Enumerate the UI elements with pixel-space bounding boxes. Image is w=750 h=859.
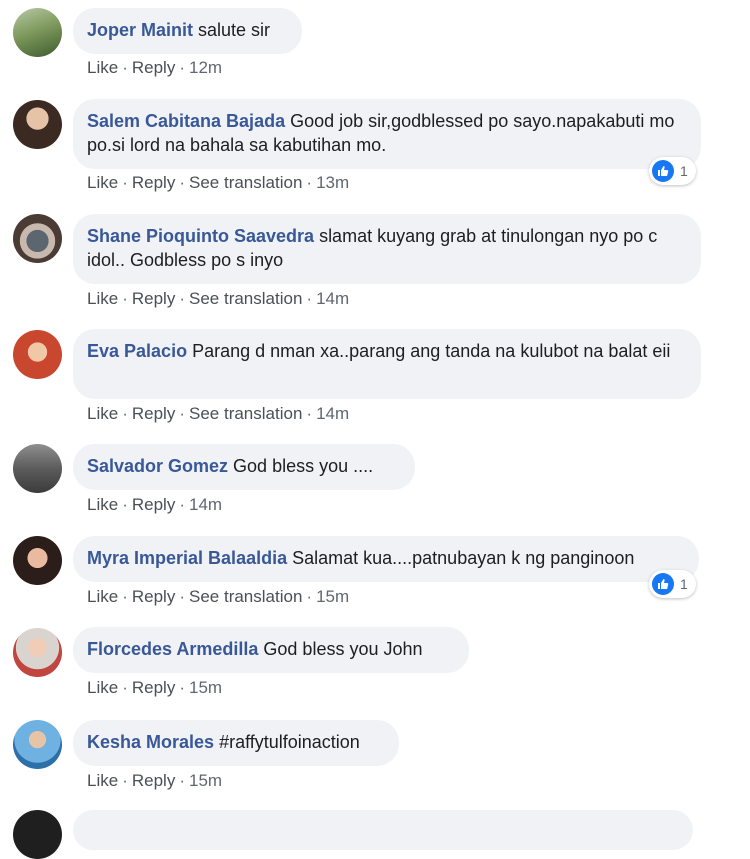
see-translation-link[interactable]: See translation — [189, 289, 302, 308]
separator-dot: · — [179, 58, 185, 77]
avatar[interactable] — [13, 100, 62, 149]
comment-bubble: Kesha Morales #raffytulfoinaction — [73, 720, 399, 766]
comment-author[interactable]: Kesha Morales — [87, 732, 214, 752]
separator-dot: · — [122, 404, 128, 423]
like-button[interactable]: Like — [87, 404, 118, 423]
comment-bubble: Salem Cabitana Bajada Good job sir,godble… — [73, 99, 701, 169]
comment-actions: Like · Reply · See translation · 14m — [87, 404, 349, 424]
comment-text: God bless you .... — [233, 456, 374, 476]
separator-dot: · — [122, 587, 128, 606]
reply-button[interactable]: Reply — [132, 58, 175, 77]
comment-text: salute sir — [198, 20, 271, 40]
separator-dot: · — [122, 771, 128, 790]
reply-button[interactable]: Reply — [132, 771, 175, 790]
reply-button[interactable]: Reply — [132, 678, 175, 697]
comment-bubble: Salvador Gomez God bless you .... — [73, 444, 415, 490]
comment-author[interactable]: Salem Cabitana Bajada — [87, 111, 285, 131]
reaction-number: 1 — [680, 163, 688, 179]
see-translation-link[interactable]: See translation — [189, 404, 302, 423]
like-button[interactable]: Like — [87, 173, 118, 192]
separator-dot: · — [179, 587, 185, 606]
like-button[interactable]: Like — [87, 771, 118, 790]
comment-timestamp[interactable]: 13m — [316, 173, 349, 192]
separator-dot: · — [122, 678, 128, 697]
reaction-number: 1 — [680, 576, 688, 592]
comment-author[interactable]: Eva Palacio — [87, 341, 187, 361]
thumbs-up-icon — [652, 160, 674, 182]
avatar[interactable] — [13, 720, 62, 769]
comment-timestamp[interactable]: 15m — [316, 587, 349, 606]
see-translation-link[interactable]: See translation — [189, 173, 302, 192]
thumbs-up-icon — [652, 573, 674, 595]
comment-actions: Like · Reply · 15m — [87, 771, 222, 791]
like-button[interactable]: Like — [87, 495, 118, 514]
comment-actions: Like · Reply · 15m — [87, 678, 222, 698]
comment-timestamp[interactable]: 15m — [189, 771, 222, 790]
comment-author[interactable]: Shane Pioquinto Saavedra — [87, 226, 314, 246]
comment-actions: Like · Reply · See translation · 14m — [87, 289, 349, 309]
reply-button[interactable]: Reply — [132, 289, 175, 308]
like-button[interactable]: Like — [87, 587, 118, 606]
comment-actions: Like · Reply · See translation · 13m — [87, 173, 349, 193]
avatar[interactable] — [13, 214, 62, 263]
comment-timestamp[interactable]: 15m — [189, 678, 222, 697]
reply-button[interactable]: Reply — [132, 173, 175, 192]
comment-bubble: Florcedes Armedilla God bless you John — [73, 627, 469, 673]
see-translation-link[interactable]: See translation — [189, 587, 302, 606]
comment-actions: Like · Reply · See translation · 15m — [87, 587, 349, 607]
comment-text: Salamat kua....patnubayan k ng panginoon — [292, 548, 635, 568]
comment-actions: Like · Reply · 12m — [87, 58, 222, 78]
separator-dot: · — [179, 173, 185, 192]
separator-dot: · — [306, 587, 313, 606]
like-button[interactable]: Like — [87, 58, 118, 77]
comment-bubble: Myra Imperial Balaaldia Salamat kua....pa… — [73, 536, 699, 582]
avatar[interactable] — [13, 330, 62, 379]
separator-dot: · — [122, 289, 128, 308]
avatar[interactable] — [13, 444, 62, 493]
reaction-count[interactable]: 1 — [649, 570, 696, 598]
separator-dot: · — [122, 58, 128, 77]
separator-dot: · — [122, 495, 128, 514]
comment-author[interactable]: Florcedes Armedilla — [87, 639, 258, 659]
like-button[interactable]: Like — [87, 678, 118, 697]
reply-button[interactable]: Reply — [132, 404, 175, 423]
separator-dot: · — [179, 771, 185, 790]
separator-dot: · — [122, 173, 128, 192]
avatar[interactable] — [13, 628, 62, 677]
separator-dot: · — [179, 404, 185, 423]
avatar[interactable] — [13, 8, 62, 57]
comment-author[interactable]: Salvador Gomez — [87, 456, 228, 476]
separator-dot: · — [179, 495, 185, 514]
comment-text: Parang d nman xa..parang ang tanda na ku… — [192, 341, 671, 361]
comment-timestamp[interactable]: 14m — [316, 289, 349, 308]
reply-button[interactable]: Reply — [132, 587, 175, 606]
comment-bubble: Joper Mainit salute sir — [73, 8, 302, 54]
like-button[interactable]: Like — [87, 289, 118, 308]
separator-dot: · — [306, 404, 313, 423]
comment-bubble: Eva Palacio Parang d nman xa..parang ang … — [73, 329, 701, 399]
separator-dot: · — [306, 289, 313, 308]
avatar[interactable] — [13, 536, 62, 585]
comment-text: God bless you John — [263, 639, 423, 659]
comment-bubble: Shane Pioquinto Saavedra slamat kuyang gr… — [73, 214, 701, 284]
comment-timestamp[interactable]: 14m — [189, 495, 222, 514]
separator-dot: · — [179, 289, 185, 308]
comment-author[interactable]: Myra Imperial Balaaldia — [87, 548, 287, 568]
comment-author[interactable]: Joper Mainit — [87, 20, 193, 40]
reply-button[interactable]: Reply — [132, 495, 175, 514]
comment-timestamp[interactable]: 12m — [189, 58, 222, 77]
comment-bubble — [73, 810, 693, 850]
comment-timestamp[interactable]: 14m — [316, 404, 349, 423]
separator-dot: · — [179, 678, 185, 697]
separator-dot: · — [306, 173, 313, 192]
comment-text: #raffytulfoinaction — [219, 732, 360, 752]
reaction-count[interactable]: 1 — [649, 157, 696, 185]
comment-actions: Like · Reply · 14m — [87, 495, 222, 515]
avatar[interactable] — [13, 810, 62, 859]
